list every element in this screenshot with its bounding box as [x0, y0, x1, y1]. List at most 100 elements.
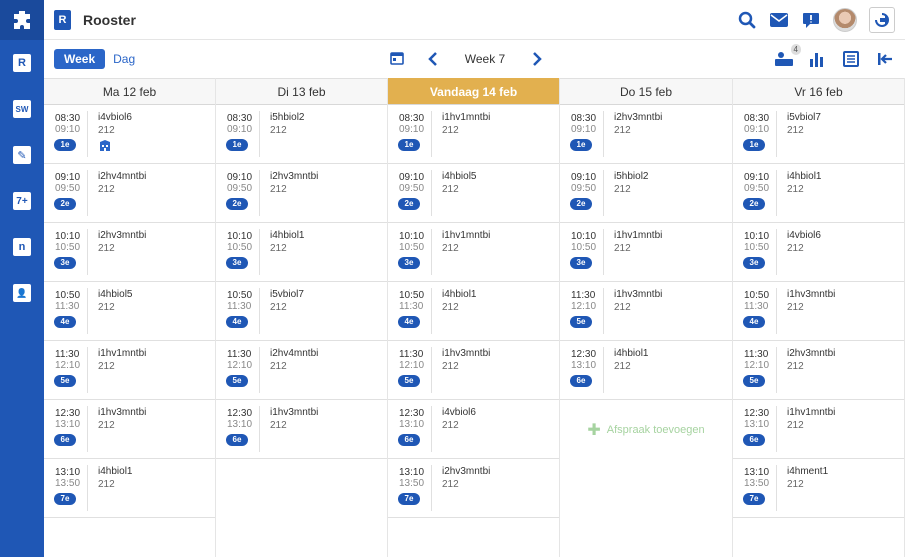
puzzle-logo-icon — [14, 11, 30, 29]
day-header[interactable]: Vr 16 feb — [733, 78, 904, 105]
lesson-hour-badge: 6e — [226, 434, 248, 446]
lesson-end-time: 09:10 — [55, 124, 81, 135]
lesson-item[interactable]: 10:50 11:30 4e i4hbiol1 212 — [388, 282, 559, 341]
lesson-item[interactable]: 09:10 09:50 2e i2hv3mntbi 212 — [216, 164, 387, 223]
sidebar-item-sw[interactable]: SW — [0, 86, 44, 132]
lesson-end-time: 13:10 — [399, 419, 425, 430]
statistics-icon[interactable] — [807, 49, 827, 69]
lesson-item[interactable]: 11:30 12:10 5e i2hv4mntbi 212 — [216, 341, 387, 400]
activities-button[interactable]: 4 — [775, 44, 801, 68]
lesson-room: 212 — [98, 420, 115, 431]
lesson-divider — [87, 288, 88, 334]
lesson-room: 212 — [270, 420, 287, 431]
list-view-icon[interactable] — [841, 49, 861, 69]
lesson-item[interactable]: 12:30 13:10 6e i1hv3mntbi 212 — [44, 400, 215, 459]
lesson-item[interactable]: 11:30 12:10 5e i2hv3mntbi 212 — [733, 341, 904, 400]
lesson-room: 212 — [270, 243, 287, 254]
lesson-item[interactable]: 11:30 12:10 5e i1hv1mntbi 212 — [44, 341, 215, 400]
calendar-icon[interactable] — [390, 51, 406, 67]
lesson-group: i4hbiol1 — [787, 171, 822, 182]
lesson-end-time: 12:10 — [399, 360, 425, 371]
lesson-divider — [259, 229, 260, 275]
lesson-item[interactable]: 09:10 09:50 2e i2hv4mntbi 212 — [44, 164, 215, 223]
lesson-hour-badge: 2e — [398, 198, 420, 210]
lesson-end-time: 11:30 — [744, 301, 769, 312]
lesson-group: i2hv3mntbi — [614, 112, 663, 123]
lesson-start-time: 08:30 — [227, 113, 253, 124]
lesson-group: i1hv1mntbi — [442, 112, 491, 123]
lesson-item[interactable]: 08:30 09:10 1e i5hbiol2 212 — [216, 105, 387, 164]
lesson-end-time: 12:10 — [227, 360, 253, 371]
day-view-button[interactable]: Dag — [113, 52, 135, 66]
logout-button[interactable] — [869, 7, 895, 33]
lesson-item[interactable]: 08:30 09:10 1e i4vbiol6 212 — [44, 105, 215, 164]
lesson-item[interactable]: 10:50 11:30 4e i5vbiol7 212 — [216, 282, 387, 341]
lesson-item[interactable]: 12:30 13:10 6e i4vbiol6 212 — [388, 400, 559, 459]
add-appointment-label: Afspraak toevoegen — [606, 423, 705, 436]
sidebar-item-nieuws[interactable]: n — [0, 224, 44, 270]
lesson-item[interactable]: 09:10 09:50 2e i4hbiol5 212 — [388, 164, 559, 223]
plus-icon: ✚ — [587, 421, 601, 439]
lesson-group: i2hv4mntbi — [98, 171, 147, 182]
students-icon: 👤 — [13, 284, 31, 302]
avatar[interactable] — [833, 8, 857, 32]
lesson-divider — [431, 347, 432, 393]
lesson-divider — [431, 170, 432, 216]
lesson-divider — [87, 406, 88, 452]
mail-icon[interactable] — [769, 10, 789, 30]
lesson-item[interactable]: 10:10 10:50 3e i4hbiol1 212 — [216, 223, 387, 282]
week-view-button[interactable]: Week — [54, 49, 106, 69]
lesson-item[interactable]: 13:10 13:50 7e i2hv3mntbi 212 — [388, 459, 559, 518]
lesson-item[interactable]: 12:30 13:10 6e i4hbiol1 212 — [560, 341, 732, 400]
day-header[interactable]: Di 13 feb — [216, 78, 387, 105]
previous-week-button[interactable] — [426, 51, 440, 67]
lesson-divider — [776, 347, 777, 393]
day-header[interactable]: Do 15 feb — [560, 78, 732, 105]
lesson-divider — [431, 229, 432, 275]
sidebar-item-leerlingen[interactable]: 👤 — [0, 270, 44, 316]
sidebar-item-rooster[interactable]: R — [0, 40, 44, 86]
lesson-item[interactable]: 10:10 10:50 3e i2hv3mntbi 212 — [44, 223, 215, 282]
lesson-group: i4vbiol6 — [787, 230, 821, 241]
lesson-start-time: 09:10 — [399, 172, 425, 183]
lesson-start-time: 09:10 — [571, 172, 597, 183]
lesson-item[interactable]: 12:30 13:10 6e i1hv1mntbi 212 — [733, 400, 904, 459]
search-icon[interactable] — [737, 10, 757, 30]
app-logo[interactable] — [0, 0, 44, 40]
lesson-start-time: 11:30 — [399, 349, 424, 360]
lesson-item[interactable]: 13:10 13:50 7e i4hbiol1 212 — [44, 459, 215, 518]
lesson-item[interactable]: 08:30 09:10 1e i1hv1mntbi 212 — [388, 105, 559, 164]
week-schedule-grid: Ma 12 feb 08:30 09:10 1e i4vbiol6 212 09:10 09:… — [44, 78, 905, 557]
lesson-item[interactable]: 09:10 09:50 2e i4hbiol1 212 — [733, 164, 904, 223]
lesson-item[interactable]: 11:30 12:10 5e i1hv3mntbi 212 — [560, 282, 732, 341]
edit-icon: ✎ — [13, 146, 31, 164]
add-appointment-button[interactable]: ✚ Afspraak toevoegen — [560, 400, 732, 459]
lesson-start-time: 10:10 — [571, 231, 597, 242]
lesson-item[interactable]: 11:30 12:10 5e i1hv3mntbi 212 — [388, 341, 559, 400]
lesson-item[interactable]: 08:30 09:10 1e i2hv3mntbi 212 — [560, 105, 732, 164]
lesson-start-time: 10:50 — [55, 290, 81, 301]
day-header[interactable]: Ma 12 feb — [44, 78, 215, 105]
sidebar-item-cijfers[interactable]: 7+ — [0, 178, 44, 224]
lesson-item[interactable]: 10:50 11:30 4e i1hv3mntbi 212 — [733, 282, 904, 341]
lesson-item[interactable]: 13:10 13:50 7e i4hment1 212 — [733, 459, 904, 518]
lesson-group: i4vbiol6 — [442, 407, 476, 418]
lesson-item[interactable]: 10:10 10:50 3e i1hv1mntbi 212 — [560, 223, 732, 282]
sidebar-item-huiswerk[interactable]: ✎ — [0, 132, 44, 178]
lesson-item[interactable]: 10:10 10:50 3e i1hv1mntbi 212 — [388, 223, 559, 282]
lesson-group: i1hv3mntbi — [614, 289, 663, 300]
next-week-button[interactable] — [530, 51, 544, 67]
lesson-end-time: 13:50 — [744, 478, 770, 489]
day-header[interactable]: Vandaag 14 feb — [388, 78, 559, 105]
lesson-hour-badge: 2e — [743, 198, 765, 210]
collapse-icon[interactable] — [875, 49, 895, 69]
lesson-item[interactable]: 10:50 11:30 4e i4hbiol5 212 — [44, 282, 215, 341]
lesson-item[interactable]: 09:10 09:50 2e i5hbiol2 212 — [560, 164, 732, 223]
lesson-item[interactable]: 12:30 13:10 6e i1hv3mntbi 212 — [216, 400, 387, 459]
lesson-item[interactable]: 10:10 10:50 3e i4vbiol6 212 — [733, 223, 904, 282]
lesson-hour-badge: 6e — [54, 434, 76, 446]
lesson-group: i4hbiol1 — [98, 466, 133, 477]
lesson-hour-badge: 3e — [54, 257, 76, 269]
messages-icon[interactable] — [801, 10, 821, 30]
lesson-item[interactable]: 08:30 09:10 1e i5vbiol7 212 — [733, 105, 904, 164]
